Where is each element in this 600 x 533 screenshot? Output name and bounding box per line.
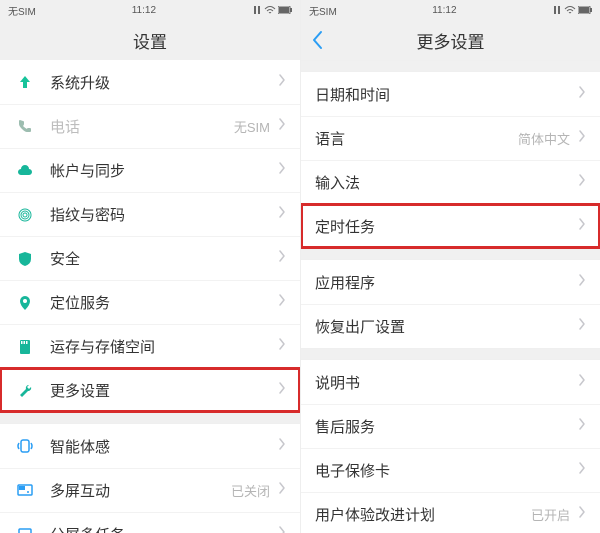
more-settings-pane: 无SIM 11:12 更多设置 日期和时间语言简体中文输入法定时任务应用程序恢复… bbox=[300, 0, 600, 533]
list-row[interactable]: 更多设置 bbox=[0, 368, 300, 412]
chevron-right-icon bbox=[278, 117, 286, 136]
list-row[interactable]: 语言简体中文 bbox=[301, 116, 600, 160]
row-label: 恢复出厂设置 bbox=[315, 316, 578, 337]
chevron-right-icon bbox=[578, 273, 586, 292]
status-time: 11:12 bbox=[337, 5, 552, 16]
list-row[interactable]: 定时任务 bbox=[301, 204, 600, 248]
row-label: 多屏互动 bbox=[50, 480, 231, 501]
list-row[interactable]: 恢复出厂设置 bbox=[301, 304, 600, 348]
chevron-right-icon bbox=[278, 73, 286, 92]
chevron-right-icon bbox=[578, 173, 586, 192]
row-label: 安全 bbox=[50, 248, 278, 269]
status-icons bbox=[552, 5, 592, 15]
row-value: 已开启 bbox=[531, 505, 570, 524]
row-label: 应用程序 bbox=[315, 272, 578, 293]
status-bar: 无SIM 11:12 bbox=[301, 0, 600, 20]
row-label: 语言 bbox=[315, 128, 518, 149]
status-time: 11:12 bbox=[36, 5, 252, 16]
list-row[interactable]: 智能体感 bbox=[0, 424, 300, 468]
chevron-right-icon bbox=[278, 381, 286, 400]
cast-icon bbox=[14, 482, 36, 500]
more-settings-list: 日期和时间语言简体中文输入法定时任务应用程序恢复出厂设置说明书售后服务电子保修卡… bbox=[301, 60, 600, 533]
row-label: 指纹与密码 bbox=[50, 204, 278, 225]
status-carrier: 无SIM bbox=[309, 3, 337, 18]
list-row[interactable]: 指纹与密码 bbox=[0, 192, 300, 236]
chevron-right-icon bbox=[278, 437, 286, 456]
chevron-right-icon bbox=[278, 293, 286, 312]
section-gap bbox=[301, 348, 600, 360]
wave-icon bbox=[14, 437, 36, 455]
title-bar-right: 更多设置 bbox=[301, 20, 600, 60]
chevron-right-icon bbox=[278, 205, 286, 224]
section-gap bbox=[0, 412, 300, 424]
list-row[interactable]: 分屏多任务 bbox=[0, 512, 300, 533]
chevron-right-icon bbox=[578, 85, 586, 104]
sd-icon bbox=[14, 338, 36, 356]
row-label: 更多设置 bbox=[50, 380, 278, 401]
page-title: 设置 bbox=[133, 28, 167, 53]
status-icons bbox=[252, 5, 292, 15]
list-row[interactable]: 电子保修卡 bbox=[301, 448, 600, 492]
chevron-right-icon bbox=[278, 525, 286, 533]
phone-icon bbox=[14, 118, 36, 136]
list-row[interactable]: 输入法 bbox=[301, 160, 600, 204]
settings-pane: 无SIM 11:12 设置 系统升级电话无SIM帐户与同步指纹与密码安全定位服务… bbox=[0, 0, 300, 533]
chevron-right-icon bbox=[278, 337, 286, 356]
pin-icon bbox=[14, 294, 36, 312]
list-row[interactable]: 帐户与同步 bbox=[0, 148, 300, 192]
wrench-icon bbox=[14, 382, 36, 400]
list-row[interactable]: 售后服务 bbox=[301, 404, 600, 448]
chevron-right-icon bbox=[278, 481, 286, 500]
row-label: 用户体验改进计划 bbox=[315, 504, 531, 525]
list-row[interactable]: 定位服务 bbox=[0, 280, 300, 324]
status-bar: 无SIM 11:12 bbox=[0, 0, 300, 20]
list-row[interactable]: 说明书 bbox=[301, 360, 600, 404]
chevron-right-icon bbox=[578, 417, 586, 436]
list-row[interactable]: 多屏互动已关闭 bbox=[0, 468, 300, 512]
row-label: 说明书 bbox=[315, 372, 578, 393]
row-label: 定时任务 bbox=[315, 216, 578, 237]
status-carrier: 无SIM bbox=[8, 3, 36, 18]
chevron-right-icon bbox=[578, 129, 586, 148]
row-label: 输入法 bbox=[315, 172, 578, 193]
row-value: 已关闭 bbox=[231, 481, 270, 500]
row-label: 定位服务 bbox=[50, 292, 278, 313]
list-row[interactable]: 应用程序 bbox=[301, 260, 600, 304]
row-label: 售后服务 bbox=[315, 416, 578, 437]
row-label: 运存与存储空间 bbox=[50, 336, 278, 357]
page-title: 更多设置 bbox=[417, 28, 485, 53]
list-row[interactable]: 日期和时间 bbox=[301, 72, 600, 116]
chevron-right-icon bbox=[278, 161, 286, 180]
fingerprint-icon bbox=[14, 206, 36, 224]
row-value: 无SIM bbox=[234, 117, 270, 136]
title-bar-left: 设置 bbox=[0, 20, 300, 60]
list-row[interactable]: 电话无SIM bbox=[0, 104, 300, 148]
cloud-icon bbox=[14, 162, 36, 180]
row-label: 电话 bbox=[50, 116, 234, 137]
chevron-right-icon bbox=[578, 505, 586, 524]
row-label: 日期和时间 bbox=[315, 84, 578, 105]
back-button[interactable] bbox=[311, 20, 323, 60]
list-row[interactable]: 安全 bbox=[0, 236, 300, 280]
row-label: 分屏多任务 bbox=[50, 524, 278, 533]
row-value: 简体中文 bbox=[518, 129, 570, 148]
section-gap bbox=[301, 60, 600, 72]
chevron-right-icon bbox=[578, 317, 586, 336]
chevron-right-icon bbox=[578, 217, 586, 236]
list-row[interactable]: 用户体验改进计划已开启 bbox=[301, 492, 600, 533]
shield-icon bbox=[14, 250, 36, 268]
settings-list: 系统升级电话无SIM 帐户与同步指纹与密码安全定位服务运存与存储空间更多设置智能体… bbox=[0, 60, 300, 533]
section-gap bbox=[301, 248, 600, 260]
list-row[interactable]: 运存与存储空间 bbox=[0, 324, 300, 368]
list-row[interactable]: 系统升级 bbox=[0, 60, 300, 104]
upgrade-icon bbox=[14, 73, 36, 91]
chevron-right-icon bbox=[578, 461, 586, 480]
row-label: 电子保修卡 bbox=[315, 460, 578, 481]
row-label: 智能体感 bbox=[50, 436, 278, 457]
chevron-right-icon bbox=[578, 373, 586, 392]
row-label: 帐户与同步 bbox=[50, 160, 278, 181]
split-icon bbox=[14, 526, 36, 533]
chevron-right-icon bbox=[278, 249, 286, 268]
row-label: 系统升级 bbox=[50, 72, 278, 93]
